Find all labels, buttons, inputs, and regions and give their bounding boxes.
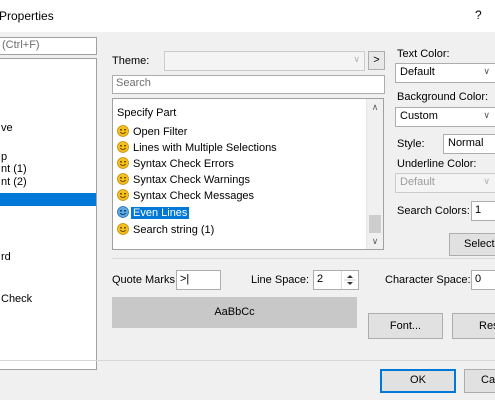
list-item[interactable]: Check xyxy=(0,293,96,306)
smiley-yellow-icon xyxy=(117,157,129,169)
text-color-label: Text Color: xyxy=(397,48,450,60)
style-select[interactable]: Normal xyxy=(443,134,495,154)
cancel-button[interactable]: Car xyxy=(464,369,495,393)
bottom-divider xyxy=(0,360,495,361)
list-item-selected[interactable] xyxy=(0,193,96,206)
underline-color-select[interactable]: Default ∨ xyxy=(395,173,495,193)
list-item-selected[interactable]: Even Lines xyxy=(117,206,190,221)
quote-marks-label: Quote Marks: xyxy=(112,274,179,286)
list-item[interactable]: Syntax Check Messages xyxy=(117,189,256,204)
reset-button[interactable]: Reset xyxy=(452,313,495,339)
character-space-label: Character Space: xyxy=(385,274,471,286)
title-bar xyxy=(0,0,495,32)
list-item[interactable]: ve xyxy=(0,122,96,135)
list-header: Specify Part xyxy=(117,107,177,119)
smiley-yellow-icon xyxy=(117,173,129,185)
list-scrollbar[interactable]: ∧ ∨ xyxy=(366,99,383,249)
smiley-blue-icon xyxy=(117,206,129,218)
theme-select[interactable]: ∨ xyxy=(164,51,365,71)
dialog-title: Properties xyxy=(0,9,54,23)
scrollbar-thumb[interactable] xyxy=(369,215,381,233)
chevron-down-icon: ∨ xyxy=(353,54,360,64)
background-color-label: Background Color: xyxy=(397,91,489,103)
line-space-stepper[interactable]: 2 xyxy=(313,270,359,290)
chevron-down-icon: ∨ xyxy=(483,66,490,76)
spinner-icon[interactable] xyxy=(341,271,358,289)
divider xyxy=(112,258,495,259)
smiley-yellow-icon xyxy=(117,189,129,201)
font-preview: AaBbCc xyxy=(112,297,357,328)
line-space-label: Line Space: xyxy=(251,274,310,286)
list-item[interactable]: rd xyxy=(0,251,96,264)
list-item[interactable]: Syntax Check Errors xyxy=(117,157,236,172)
smiley-yellow-icon xyxy=(117,125,129,137)
search-colors-field[interactable]: 1 xyxy=(471,201,495,221)
select-button[interactable]: Select xyxy=(449,233,495,256)
part-search-input[interactable]: Search xyxy=(112,75,385,94)
chevron-down-icon: ∨ xyxy=(483,176,490,186)
background-color-select[interactable]: Custom ∨ xyxy=(395,107,495,127)
style-label: Style: xyxy=(397,138,425,150)
chevron-up-icon[interactable]: ∧ xyxy=(367,99,383,115)
text-color-select[interactable]: Default ∨ xyxy=(395,63,495,83)
list-item[interactable]: Search string (1) xyxy=(117,223,216,238)
list-item[interactable]: Open Filter xyxy=(117,125,189,140)
quote-marks-field[interactable]: >| xyxy=(176,270,221,290)
font-button[interactable]: Font... xyxy=(368,313,443,339)
search-colors-label: Search Colors: xyxy=(397,205,470,217)
list-item[interactable]: nt (1) xyxy=(0,163,96,176)
list-item[interactable]: nt (2) xyxy=(0,176,96,189)
smiley-yellow-icon xyxy=(117,141,129,153)
help-button[interactable]: ? xyxy=(475,8,482,22)
character-space-field[interactable]: 0 xyxy=(471,270,495,290)
theme-label: Theme: xyxy=(112,55,150,67)
chevron-down-icon[interactable]: ∨ xyxy=(367,233,383,249)
theme-next-button[interactable]: > xyxy=(368,51,385,70)
left-search-input[interactable]: (Ctrl+F) xyxy=(0,37,97,55)
list-item[interactable]: Syntax Check Warnings xyxy=(117,173,252,188)
list-item[interactable]: Lines with Multiple Selections xyxy=(117,141,279,156)
smiley-yellow-icon xyxy=(117,223,129,235)
ok-button[interactable]: OK xyxy=(380,369,456,393)
left-list[interactable]: ve p nt (1) nt (2) rd Check xyxy=(0,58,97,370)
chevron-down-icon: ∨ xyxy=(483,110,490,120)
underline-color-label: Underline Color: xyxy=(397,158,477,170)
specify-part-list[interactable]: Specify Part Open Filter Lines with Mult… xyxy=(112,98,384,250)
